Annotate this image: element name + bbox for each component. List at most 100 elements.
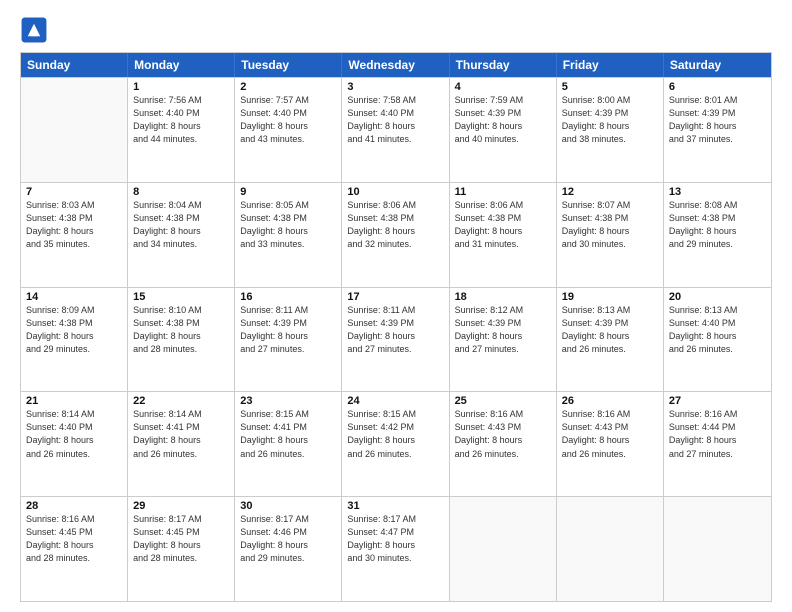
day-cell-27: 27Sunrise: 8:16 AM Sunset: 4:44 PM Dayli… xyxy=(664,392,771,496)
day-cell-26: 26Sunrise: 8:16 AM Sunset: 4:43 PM Dayli… xyxy=(557,392,664,496)
day-number: 20 xyxy=(669,291,766,303)
day-number: 17 xyxy=(347,291,443,303)
weekday-header-friday: Friday xyxy=(557,53,664,77)
logo xyxy=(20,16,52,44)
day-info: Sunrise: 8:16 AM Sunset: 4:45 PM Dayligh… xyxy=(26,513,122,565)
calendar-row-3: 14Sunrise: 8:09 AM Sunset: 4:38 PM Dayli… xyxy=(21,287,771,392)
day-number: 22 xyxy=(133,395,229,407)
day-number: 21 xyxy=(26,395,122,407)
calendar-row-1: 1Sunrise: 7:56 AM Sunset: 4:40 PM Daylig… xyxy=(21,77,771,182)
day-number: 7 xyxy=(26,186,122,198)
day-number: 29 xyxy=(133,500,229,512)
day-number: 18 xyxy=(455,291,551,303)
day-info: Sunrise: 8:06 AM Sunset: 4:38 PM Dayligh… xyxy=(347,199,443,251)
day-number: 19 xyxy=(562,291,658,303)
day-info: Sunrise: 8:12 AM Sunset: 4:39 PM Dayligh… xyxy=(455,304,551,356)
day-cell-30: 30Sunrise: 8:17 AM Sunset: 4:46 PM Dayli… xyxy=(235,497,342,601)
day-cell-3: 3Sunrise: 7:58 AM Sunset: 4:40 PM Daylig… xyxy=(342,78,449,182)
day-number: 9 xyxy=(240,186,336,198)
day-number: 1 xyxy=(133,81,229,93)
day-info: Sunrise: 8:14 AM Sunset: 4:40 PM Dayligh… xyxy=(26,408,122,460)
weekday-header-wednesday: Wednesday xyxy=(342,53,449,77)
day-number: 8 xyxy=(133,186,229,198)
day-info: Sunrise: 8:07 AM Sunset: 4:38 PM Dayligh… xyxy=(562,199,658,251)
day-info: Sunrise: 8:17 AM Sunset: 4:45 PM Dayligh… xyxy=(133,513,229,565)
day-info: Sunrise: 8:14 AM Sunset: 4:41 PM Dayligh… xyxy=(133,408,229,460)
day-info: Sunrise: 8:16 AM Sunset: 4:44 PM Dayligh… xyxy=(669,408,766,460)
day-cell-5: 5Sunrise: 8:00 AM Sunset: 4:39 PM Daylig… xyxy=(557,78,664,182)
day-cell-25: 25Sunrise: 8:16 AM Sunset: 4:43 PM Dayli… xyxy=(450,392,557,496)
day-info: Sunrise: 8:06 AM Sunset: 4:38 PM Dayligh… xyxy=(455,199,551,251)
weekday-header-saturday: Saturday xyxy=(664,53,771,77)
calendar-row-2: 7Sunrise: 8:03 AM Sunset: 4:38 PM Daylig… xyxy=(21,182,771,287)
day-number: 30 xyxy=(240,500,336,512)
calendar-body: 1Sunrise: 7:56 AM Sunset: 4:40 PM Daylig… xyxy=(21,77,771,601)
day-info: Sunrise: 7:59 AM Sunset: 4:39 PM Dayligh… xyxy=(455,94,551,146)
day-info: Sunrise: 8:11 AM Sunset: 4:39 PM Dayligh… xyxy=(347,304,443,356)
day-cell-12: 12Sunrise: 8:07 AM Sunset: 4:38 PM Dayli… xyxy=(557,183,664,287)
day-cell-8: 8Sunrise: 8:04 AM Sunset: 4:38 PM Daylig… xyxy=(128,183,235,287)
day-cell-17: 17Sunrise: 8:11 AM Sunset: 4:39 PM Dayli… xyxy=(342,288,449,392)
empty-cell-r0c0 xyxy=(21,78,128,182)
day-cell-29: 29Sunrise: 8:17 AM Sunset: 4:45 PM Dayli… xyxy=(128,497,235,601)
day-cell-24: 24Sunrise: 8:15 AM Sunset: 4:42 PM Dayli… xyxy=(342,392,449,496)
day-cell-7: 7Sunrise: 8:03 AM Sunset: 4:38 PM Daylig… xyxy=(21,183,128,287)
day-info: Sunrise: 7:57 AM Sunset: 4:40 PM Dayligh… xyxy=(240,94,336,146)
day-info: Sunrise: 8:17 AM Sunset: 4:47 PM Dayligh… xyxy=(347,513,443,565)
day-number: 14 xyxy=(26,291,122,303)
logo-icon xyxy=(20,16,48,44)
weekday-header-tuesday: Tuesday xyxy=(235,53,342,77)
day-cell-20: 20Sunrise: 8:13 AM Sunset: 4:40 PM Dayli… xyxy=(664,288,771,392)
day-cell-11: 11Sunrise: 8:06 AM Sunset: 4:38 PM Dayli… xyxy=(450,183,557,287)
day-info: Sunrise: 8:10 AM Sunset: 4:38 PM Dayligh… xyxy=(133,304,229,356)
day-info: Sunrise: 8:00 AM Sunset: 4:39 PM Dayligh… xyxy=(562,94,658,146)
day-info: Sunrise: 8:16 AM Sunset: 4:43 PM Dayligh… xyxy=(455,408,551,460)
page: SundayMondayTuesdayWednesdayThursdayFrid… xyxy=(0,0,792,612)
day-cell-23: 23Sunrise: 8:15 AM Sunset: 4:41 PM Dayli… xyxy=(235,392,342,496)
day-cell-1: 1Sunrise: 7:56 AM Sunset: 4:40 PM Daylig… xyxy=(128,78,235,182)
day-cell-18: 18Sunrise: 8:12 AM Sunset: 4:39 PM Dayli… xyxy=(450,288,557,392)
day-number: 5 xyxy=(562,81,658,93)
day-number: 31 xyxy=(347,500,443,512)
weekday-header-monday: Monday xyxy=(128,53,235,77)
day-info: Sunrise: 7:56 AM Sunset: 4:40 PM Dayligh… xyxy=(133,94,229,146)
weekday-header-sunday: Sunday xyxy=(21,53,128,77)
day-info: Sunrise: 8:15 AM Sunset: 4:42 PM Dayligh… xyxy=(347,408,443,460)
day-info: Sunrise: 8:17 AM Sunset: 4:46 PM Dayligh… xyxy=(240,513,336,565)
empty-cell-r4c5 xyxy=(557,497,664,601)
day-info: Sunrise: 8:13 AM Sunset: 4:40 PM Dayligh… xyxy=(669,304,766,356)
day-cell-13: 13Sunrise: 8:08 AM Sunset: 4:38 PM Dayli… xyxy=(664,183,771,287)
day-cell-31: 31Sunrise: 8:17 AM Sunset: 4:47 PM Dayli… xyxy=(342,497,449,601)
day-info: Sunrise: 8:13 AM Sunset: 4:39 PM Dayligh… xyxy=(562,304,658,356)
day-cell-15: 15Sunrise: 8:10 AM Sunset: 4:38 PM Dayli… xyxy=(128,288,235,392)
day-number: 4 xyxy=(455,81,551,93)
day-number: 10 xyxy=(347,186,443,198)
day-number: 26 xyxy=(562,395,658,407)
day-number: 12 xyxy=(562,186,658,198)
day-number: 24 xyxy=(347,395,443,407)
calendar-header: SundayMondayTuesdayWednesdayThursdayFrid… xyxy=(21,53,771,77)
day-number: 11 xyxy=(455,186,551,198)
day-cell-21: 21Sunrise: 8:14 AM Sunset: 4:40 PM Dayli… xyxy=(21,392,128,496)
day-info: Sunrise: 7:58 AM Sunset: 4:40 PM Dayligh… xyxy=(347,94,443,146)
day-info: Sunrise: 8:08 AM Sunset: 4:38 PM Dayligh… xyxy=(669,199,766,251)
day-cell-9: 9Sunrise: 8:05 AM Sunset: 4:38 PM Daylig… xyxy=(235,183,342,287)
day-cell-28: 28Sunrise: 8:16 AM Sunset: 4:45 PM Dayli… xyxy=(21,497,128,601)
day-number: 6 xyxy=(669,81,766,93)
day-info: Sunrise: 8:01 AM Sunset: 4:39 PM Dayligh… xyxy=(669,94,766,146)
day-number: 2 xyxy=(240,81,336,93)
weekday-header-thursday: Thursday xyxy=(450,53,557,77)
calendar-row-5: 28Sunrise: 8:16 AM Sunset: 4:45 PM Dayli… xyxy=(21,496,771,601)
day-cell-6: 6Sunrise: 8:01 AM Sunset: 4:39 PM Daylig… xyxy=(664,78,771,182)
day-info: Sunrise: 8:05 AM Sunset: 4:38 PM Dayligh… xyxy=(240,199,336,251)
day-number: 16 xyxy=(240,291,336,303)
day-info: Sunrise: 8:11 AM Sunset: 4:39 PM Dayligh… xyxy=(240,304,336,356)
day-info: Sunrise: 8:15 AM Sunset: 4:41 PM Dayligh… xyxy=(240,408,336,460)
day-cell-16: 16Sunrise: 8:11 AM Sunset: 4:39 PM Dayli… xyxy=(235,288,342,392)
day-info: Sunrise: 8:03 AM Sunset: 4:38 PM Dayligh… xyxy=(26,199,122,251)
day-info: Sunrise: 8:04 AM Sunset: 4:38 PM Dayligh… xyxy=(133,199,229,251)
day-cell-19: 19Sunrise: 8:13 AM Sunset: 4:39 PM Dayli… xyxy=(557,288,664,392)
empty-cell-r4c4 xyxy=(450,497,557,601)
day-number: 15 xyxy=(133,291,229,303)
day-number: 13 xyxy=(669,186,766,198)
